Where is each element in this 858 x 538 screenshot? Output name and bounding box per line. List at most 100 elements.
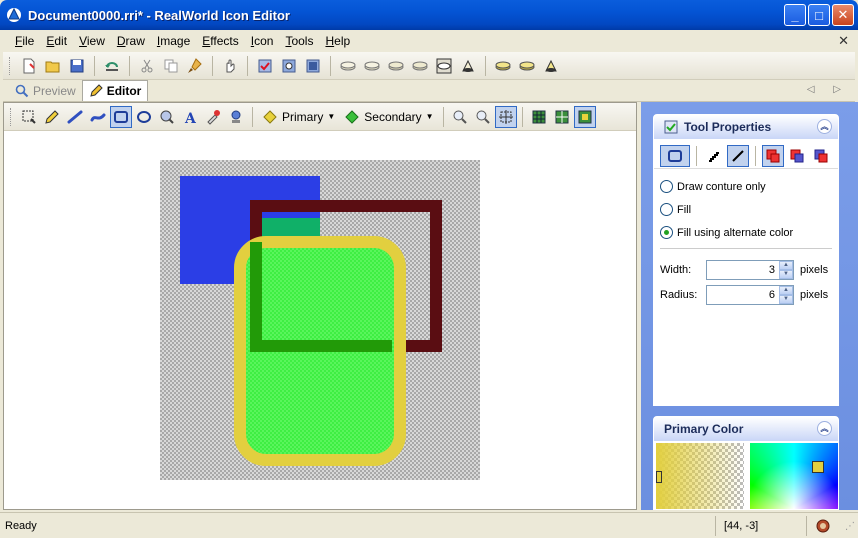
chevron-down-icon: ▼ bbox=[425, 112, 434, 121]
color-picker-icon[interactable] bbox=[202, 106, 224, 128]
ellipse-tool-icon[interactable] bbox=[133, 106, 155, 128]
properties-check-icon bbox=[664, 120, 678, 134]
primary-color-dropdown[interactable]: Primary ▼ bbox=[258, 106, 339, 128]
resize-grip-icon[interactable]: ⋰ bbox=[845, 521, 855, 532]
layer-1-icon[interactable] bbox=[337, 55, 359, 77]
icon-canvas[interactable] bbox=[160, 160, 480, 480]
radius-down-icon[interactable]: ▼ bbox=[779, 294, 793, 304]
undo-icon[interactable] bbox=[101, 55, 123, 77]
radius-up-icon[interactable]: ▲ bbox=[779, 285, 793, 295]
primary-paint-icon bbox=[263, 109, 277, 124]
tab-editor[interactable]: Editor bbox=[81, 80, 149, 101]
new-document-icon[interactable] bbox=[18, 55, 40, 77]
maximize-button[interactable]: □ bbox=[808, 4, 830, 26]
shape-style-toolbar bbox=[654, 143, 838, 169]
menu-item-file[interactable]: File bbox=[9, 32, 40, 50]
icon-properties-icon[interactable] bbox=[254, 55, 276, 77]
hue-wheel-swatch[interactable] bbox=[750, 443, 838, 509]
antialiased-line-icon[interactable] bbox=[727, 144, 749, 167]
fit-to-window-icon[interactable] bbox=[494, 105, 517, 128]
width-value[interactable]: 3 bbox=[707, 264, 779, 276]
zoom-in-icon[interactable] bbox=[449, 106, 471, 128]
transparency-icon[interactable] bbox=[573, 105, 596, 128]
layer-gold-3-icon[interactable] bbox=[540, 55, 562, 77]
selection-tool-icon[interactable] bbox=[18, 106, 40, 128]
rounded-rectangle-style-icon[interactable] bbox=[660, 144, 690, 167]
radio-fill[interactable] bbox=[660, 203, 673, 216]
layer-6-icon[interactable] bbox=[457, 55, 479, 77]
toolbar-grip[interactable] bbox=[10, 107, 13, 126]
fill-tool-icon[interactable] bbox=[156, 106, 178, 128]
radius-value[interactable]: 6 bbox=[707, 289, 779, 301]
rounded-rectangle-tool-icon[interactable] bbox=[110, 105, 132, 128]
option-draw-contour[interactable]: Draw conture only bbox=[660, 175, 832, 198]
secondary-paint-icon bbox=[345, 109, 359, 124]
blend-mode-3-icon[interactable] bbox=[810, 145, 832, 167]
zoom-window-icon[interactable] bbox=[278, 55, 300, 77]
menu-item-tools[interactable]: Tools bbox=[279, 32, 319, 50]
tab-scroll-arrows[interactable]: ◁ ▷ bbox=[807, 84, 849, 95]
primary-color-header[interactable]: Primary Color ︽ bbox=[654, 417, 838, 441]
option-fill-alternate[interactable]: Fill using alternate color bbox=[660, 221, 832, 244]
menu-item-image[interactable]: Image bbox=[151, 32, 196, 50]
menu-item-edit[interactable]: Edit bbox=[40, 32, 73, 50]
alpha-slider-handle[interactable] bbox=[656, 471, 662, 483]
aliased-line-icon[interactable] bbox=[703, 145, 725, 167]
blend-mode-2-icon[interactable] bbox=[786, 145, 808, 167]
menu-item-effects[interactable]: Effects bbox=[196, 32, 244, 50]
line-tool-icon[interactable] bbox=[64, 106, 86, 128]
minimize-button[interactable]: _ bbox=[784, 4, 806, 26]
close-document-icon[interactable]: ✕ bbox=[838, 33, 849, 49]
radio-fill-alternate[interactable] bbox=[660, 226, 673, 239]
curve-tool-icon[interactable] bbox=[87, 106, 109, 128]
text-tool-icon[interactable]: A bbox=[179, 106, 201, 128]
collapse-icon[interactable]: ︽ bbox=[817, 119, 832, 134]
blend-mode-1-icon[interactable] bbox=[762, 144, 784, 167]
width-input[interactable]: 3 ▲ ▼ bbox=[706, 259, 794, 280]
layer-gold-2-icon[interactable] bbox=[516, 55, 538, 77]
window-title: Document0000.rri* - RealWorld Icon Edito… bbox=[28, 7, 290, 23]
menu-item-draw[interactable]: Draw bbox=[111, 32, 151, 50]
menu-item-view[interactable]: View bbox=[73, 32, 111, 50]
radius-input[interactable]: 6 ▲ ▼ bbox=[706, 284, 794, 305]
grid-icon[interactable] bbox=[528, 106, 550, 128]
paste-icon[interactable] bbox=[184, 55, 206, 77]
radio-draw-contour[interactable] bbox=[660, 180, 673, 193]
stamp-tool-icon[interactable] bbox=[225, 106, 247, 128]
bug-icon[interactable] bbox=[815, 518, 831, 534]
option-fill[interactable]: Fill bbox=[660, 198, 832, 221]
preview-window-icon[interactable] bbox=[302, 55, 324, 77]
hue-picker-handle[interactable] bbox=[812, 461, 824, 473]
layer-4-icon[interactable] bbox=[409, 55, 431, 77]
alpha-gradient-swatch[interactable] bbox=[656, 443, 744, 509]
toolbar-grip[interactable] bbox=[9, 56, 12, 75]
pixel-grid-icon[interactable] bbox=[551, 106, 573, 128]
copy-icon[interactable] bbox=[160, 55, 182, 77]
layer-2-icon[interactable] bbox=[361, 55, 383, 77]
width-unit: pixels bbox=[800, 263, 829, 276]
layer-gold-1-icon[interactable] bbox=[492, 55, 514, 77]
width-up-icon[interactable]: ▲ bbox=[779, 260, 793, 270]
layer-5-icon[interactable] bbox=[433, 55, 455, 77]
width-down-icon[interactable]: ▼ bbox=[779, 269, 793, 279]
option-fill-alternate-label: Fill using alternate color bbox=[677, 226, 794, 239]
menu-label: elp bbox=[334, 34, 351, 48]
collapse-icon[interactable]: ︽ bbox=[817, 421, 832, 436]
save-icon[interactable] bbox=[66, 55, 88, 77]
menu-accelerator: H bbox=[325, 34, 335, 48]
open-folder-icon[interactable] bbox=[42, 55, 64, 77]
secondary-color-dropdown[interactable]: Secondary ▼ bbox=[340, 106, 437, 128]
hand-tool-icon[interactable] bbox=[219, 55, 241, 77]
tab-preview[interactable]: Preview bbox=[9, 81, 82, 101]
layer-3-icon[interactable] bbox=[385, 55, 407, 77]
menu-item-icon[interactable]: Icon bbox=[245, 32, 280, 50]
menu-accelerator: V bbox=[79, 34, 87, 48]
zoom-out-icon[interactable] bbox=[472, 106, 494, 128]
close-button[interactable]: ✕ bbox=[832, 4, 854, 26]
status-text: Ready bbox=[5, 519, 37, 532]
tool-properties-header[interactable]: Tool Properties ︽ bbox=[654, 115, 838, 139]
cut-icon[interactable] bbox=[136, 55, 158, 77]
pencil-tool-icon[interactable] bbox=[41, 106, 63, 128]
menu-item-help[interactable]: Help bbox=[319, 32, 356, 50]
secondary-label: Secondary bbox=[364, 109, 422, 124]
